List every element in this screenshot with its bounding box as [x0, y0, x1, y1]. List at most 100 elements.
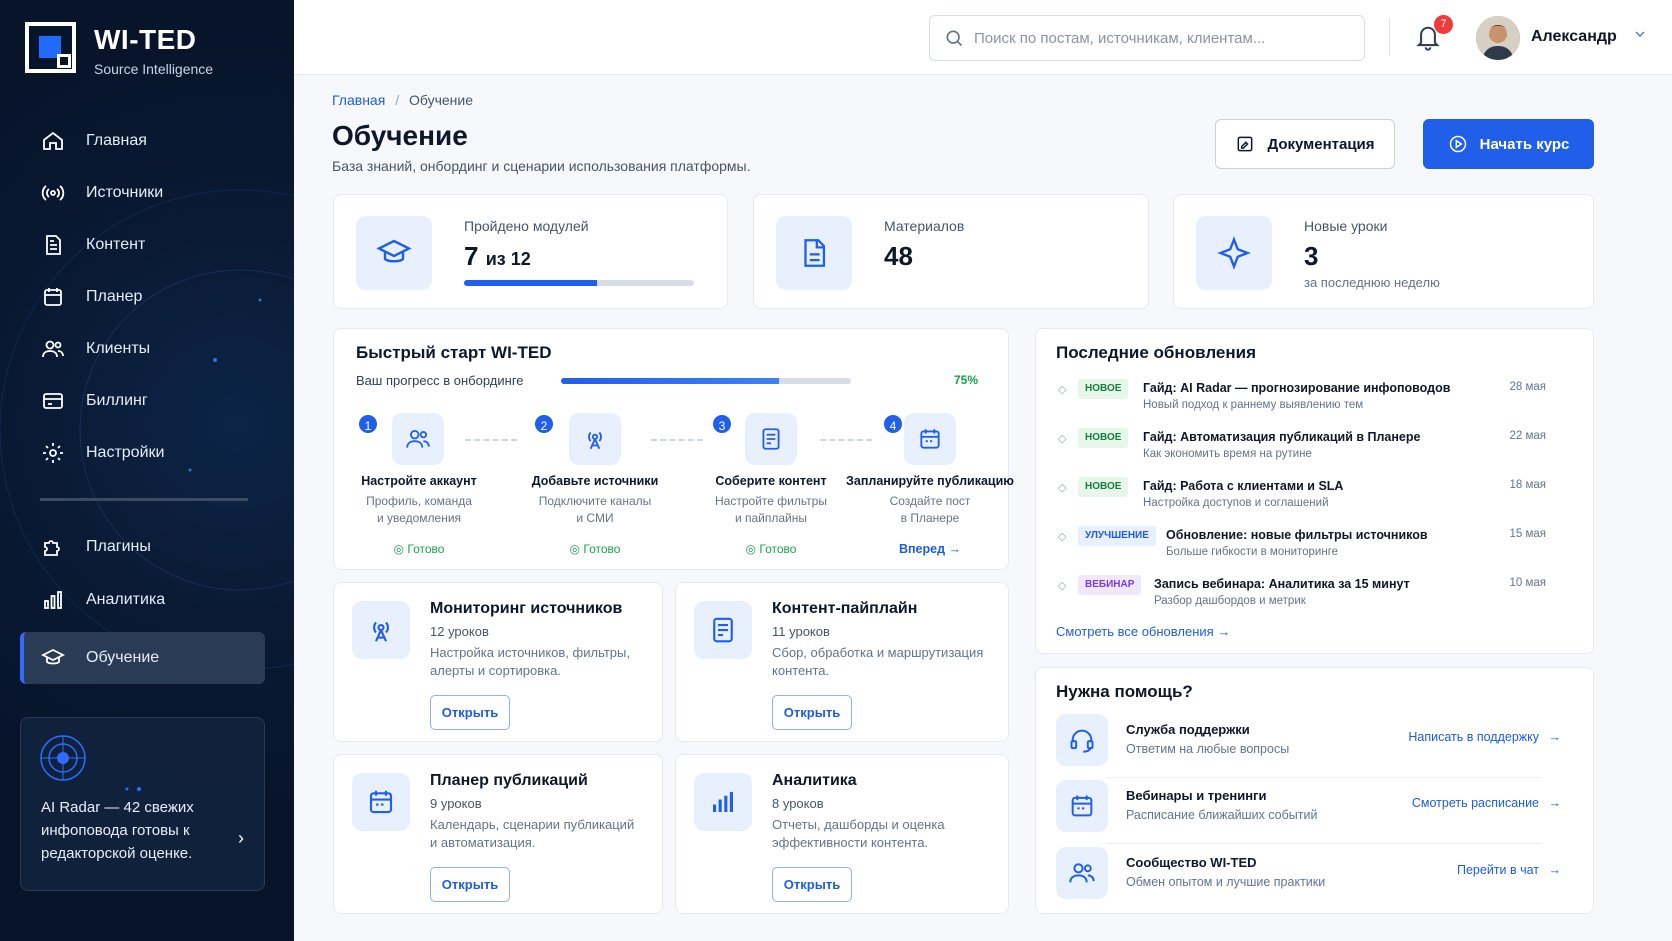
brand-logo[interactable] [25, 22, 76, 73]
graduation-cap-icon [40, 645, 66, 671]
start-course-label: Начать курс [1479, 135, 1570, 153]
module-lesson-count: 9 уроков [430, 796, 482, 811]
module-lesson-count: 12 уроков [430, 624, 489, 639]
step-status-done: ◎ Готово [510, 542, 680, 556]
open-button[interactable]: Открыть [430, 867, 510, 902]
step-desc: в Планере [900, 511, 960, 525]
help-item-desc: Расписание ближайших событий [1126, 808, 1318, 822]
update-item[interactable]: ◇ ВЕБИНАР Запись вебинара: Аналитика за … [1056, 575, 1546, 621]
see-all-updates-link[interactable]: Смотреть все обновления → [1056, 624, 1230, 639]
document-list-icon [745, 413, 797, 465]
documentation-label: Документация [1267, 135, 1375, 153]
module-lesson-count: 11 уроков [772, 624, 830, 639]
documentation-button[interactable]: Документация [1215, 119, 1395, 169]
open-button[interactable]: Открыть [772, 867, 852, 902]
document-icon [40, 232, 66, 258]
document-icon [776, 216, 852, 290]
check-circle-icon: ◎ [393, 542, 405, 556]
help-item-webinars[interactable]: Вебинары и тренинги Расписание ближайших… [1056, 776, 1561, 842]
diamond-icon: ◇ [1058, 384, 1067, 396]
user-name[interactable]: Александр [1531, 28, 1617, 46]
stat-value: 48 [884, 241, 913, 271]
update-title: Обновление: новые фильтры источников [1166, 528, 1428, 542]
bar-chart-icon [694, 773, 752, 831]
antenna-icon [352, 601, 410, 659]
top-bar: 7 Александр [294, 0, 1672, 75]
sidebar-item-home[interactable]: Главная [20, 119, 265, 163]
help-item-link[interactable]: Написать в поддержку → [1408, 730, 1561, 744]
sidebar-item-clients[interactable]: Клиенты [20, 327, 265, 371]
step-number: 3 [711, 413, 733, 435]
step-number: 2 [533, 413, 555, 435]
sidebar-item-label: Биллинг [86, 392, 148, 409]
update-desc: Настройка доступов и соглашений [1143, 497, 1329, 509]
chevron-right-icon[interactable]: › [238, 828, 244, 849]
module-lesson-count: 8 уроков [772, 796, 824, 811]
stat-note: за последнюю неделю [1304, 275, 1440, 290]
module-desc: Календарь, сценарии публикаций и автомати… [430, 816, 640, 852]
arrow-right-icon: → [1217, 624, 1231, 639]
sidebar-item-sources[interactable]: Источники [20, 171, 265, 215]
help-item-support[interactable]: Служба поддержки Ответим на любые вопрос… [1056, 710, 1561, 776]
calendar-icon [904, 413, 956, 465]
help-item-desc: Ответим на любые вопросы [1126, 742, 1290, 756]
update-title: Гайд: AI Radar — прогнозирование инфопов… [1143, 381, 1451, 395]
step-title: Соберите контент [715, 474, 827, 488]
document-list-icon [694, 601, 752, 659]
sparkle-icon [1196, 216, 1272, 290]
sidebar-item-label: Обучение [86, 649, 160, 666]
update-date: 15 мая [1509, 528, 1546, 540]
sidebar-item-analytics[interactable]: Аналитика [20, 578, 265, 622]
module-desc-line: Настройка источников, фильтры, [430, 645, 630, 660]
help-item-community[interactable]: Сообщество WI-TED Обмен опытом и лучшие … [1056, 843, 1561, 909]
module-desc-line: эффективности контента. [772, 835, 929, 850]
check-circle-icon: ◎ [745, 542, 757, 556]
avatar[interactable] [1476, 16, 1520, 60]
module-title: Контент-пайплайн [772, 600, 918, 617]
update-item[interactable]: ◇ НОВОЕ Гайд: Работа с клиентами и SLA Н… [1056, 477, 1546, 523]
breadcrumb: Главная / Обучение [332, 92, 473, 108]
tag-webinar: ВЕБИНАР [1078, 575, 1142, 595]
chevron-down-icon[interactable] [1632, 26, 1648, 42]
update-item[interactable]: ◇ НОВОЕ Гайд: Автоматизация публикаций в… [1056, 428, 1546, 474]
sidebar-item-label: Источники [86, 184, 164, 201]
breadcrumb-home[interactable]: Главная [332, 92, 385, 108]
update-desc: Больше гибкости в мониторинге [1166, 546, 1339, 558]
radar-icon [40, 735, 141, 791]
sidebar-item-content[interactable]: Контент [20, 223, 265, 267]
users-icon [1056, 847, 1108, 899]
update-item[interactable]: ◇ НОВОЕ Гайд: AI Radar — прогнозирование… [1056, 379, 1546, 425]
ai-radar-card[interactable]: AI Radar — 42 свежих инфоповода готовы к… [20, 717, 265, 891]
update-title: Запись вебинара: Аналитика за 15 минут [1154, 577, 1410, 591]
open-button[interactable]: Открыть [430, 695, 510, 730]
bar-chart-icon [40, 587, 66, 613]
calendar-icon [1056, 780, 1108, 832]
start-course-button[interactable]: Начать курс [1423, 119, 1594, 169]
onboarding-progress-label: Ваш прогресс в онбординге [356, 373, 524, 388]
update-date: 10 мая [1509, 577, 1546, 589]
stat-value: 7 из 12 [464, 241, 531, 272]
sidebar-item-plugins[interactable]: Плагины [20, 525, 265, 569]
open-button[interactable]: Открыть [772, 695, 852, 730]
calendar-icon [352, 773, 410, 831]
step-next-link[interactable]: Вперед → [845, 542, 1015, 556]
sidebar-item-learning[interactable]: Обучение [20, 632, 265, 684]
help-item-link[interactable]: Смотреть расписание → [1412, 796, 1561, 810]
step-status-label: Готово [407, 542, 445, 556]
sidebar-item-settings[interactable]: Настройки [20, 431, 265, 475]
modules-done: 7 [464, 241, 479, 271]
sidebar-item-billing[interactable]: Биллинг [20, 379, 265, 423]
stat-card-materials: Материалов 48 [753, 194, 1149, 309]
quick-start-title: Быстрый старт WI-TED [356, 343, 552, 362]
module-title: Планер публикаций [430, 772, 588, 789]
module-desc-line: Сбор, обработка и маршрутизация [772, 645, 984, 660]
update-item[interactable]: ◇ УЛУЧШЕНИЕ Обновление: новые фильтры ис… [1056, 526, 1546, 572]
module-desc-line: контента. [772, 663, 830, 678]
search-input[interactable] [974, 29, 1344, 47]
search-box[interactable] [929, 15, 1365, 61]
step-next-label: Вперед [898, 542, 946, 556]
step-connector [651, 439, 703, 441]
sidebar-item-planner[interactable]: Планер [20, 275, 265, 319]
help-item-link[interactable]: Перейти в чат → [1457, 863, 1561, 877]
step-title: Запланируйте публикацию [846, 474, 1014, 488]
